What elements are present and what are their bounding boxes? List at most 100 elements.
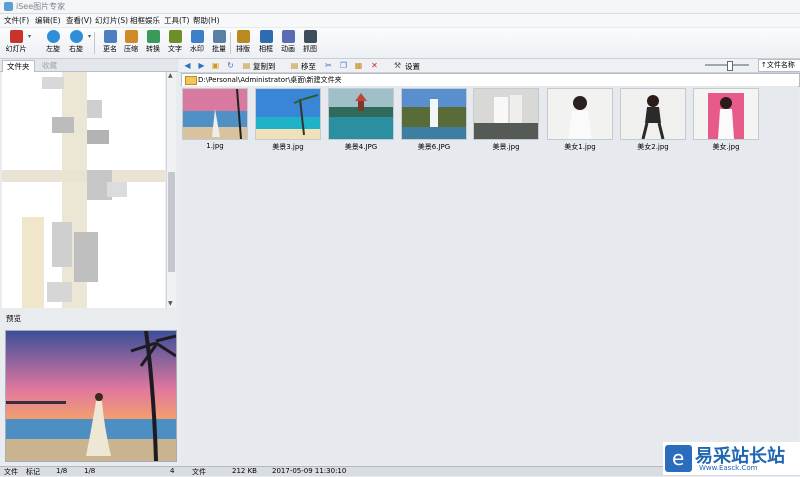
watermark-icon: [190, 30, 204, 43]
thumbnail-item[interactable]: 1.jpg: [182, 88, 248, 150]
menu-tools[interactable]: 工具(T): [164, 15, 189, 26]
menu-edit[interactable]: 编辑(E): [35, 15, 61, 26]
layout-icon: [236, 30, 250, 43]
tab-favorites[interactable]: 收藏: [38, 60, 61, 71]
thumbnail-image: [401, 88, 467, 140]
preview-label: 预览: [6, 314, 21, 323]
copy-to-button[interactable]: 复制到: [253, 61, 276, 72]
settings-button[interactable]: 设置: [405, 61, 420, 72]
thumbnail-item[interactable]: 美景.jpg: [473, 88, 539, 152]
rotate-left-button[interactable]: 左旋: [41, 30, 65, 58]
thumbnail-image: [620, 88, 686, 140]
paste-icon[interactable]: ▦: [353, 60, 364, 71]
status-files: 文件: [4, 468, 18, 476]
status-size: 212 KB: [232, 467, 257, 475]
capture-icon: [303, 30, 317, 43]
thumbnail-caption: 美景.jpg: [492, 143, 520, 151]
window-title: iSee图片专家: [16, 2, 66, 11]
slideshow-button[interactable]: 幻灯片 ▾: [4, 30, 31, 58]
move-to-icon[interactable]: ▤: [289, 60, 300, 71]
menu-frame-fun[interactable]: 相框娱乐: [130, 15, 160, 26]
cut-icon[interactable]: ✂: [323, 60, 334, 71]
tree-blur: [87, 130, 109, 144]
nav-toolbar: ◀ ▶ ▣ ↻ ▤ 复制到 ▤ 移至 ✂ ❐ ▦ ✕ ⚒ 设置 ↑文件名称: [179, 59, 800, 73]
site-logo-icon: [665, 445, 692, 472]
rename-icon: [103, 30, 117, 43]
convert-icon: [146, 30, 160, 43]
thumbnail-item[interactable]: 美景4.JPG: [328, 88, 394, 152]
thumbnail-image: [328, 88, 394, 140]
scroll-up-icon[interactable]: ▲: [168, 72, 173, 79]
menu-view[interactable]: 查看(V): [66, 15, 92, 26]
status-selection: 1/8: [84, 467, 96, 475]
menu-file[interactable]: 文件(F): [4, 15, 29, 26]
thumbnail-item[interactable]: 美女2.jpg: [620, 88, 686, 152]
preview-image: [5, 330, 177, 462]
thumbnail-grid: 1.jpg 美景3.jpg 美景4.JPG 美景6.JPG 美景.jpg 美女1…: [181, 86, 798, 464]
sort-select[interactable]: ↑文件名称: [758, 59, 800, 72]
tree-blur: [107, 182, 127, 197]
delete-icon[interactable]: ✕: [369, 60, 380, 71]
rotate-right-button[interactable]: 右旋 ▾: [64, 30, 91, 58]
status-date: 2017-05-09 11:30:10: [272, 467, 347, 475]
capture-button[interactable]: 抓图: [298, 30, 322, 58]
tree-blur: [74, 232, 98, 282]
status-marked: 标记: [26, 468, 40, 476]
forward-icon[interactable]: ▶: [196, 60, 207, 71]
compress-icon: [124, 30, 138, 43]
copy-to-icon[interactable]: ▤: [241, 60, 252, 71]
thumbnail-caption: 美景3.jpg: [272, 143, 304, 151]
frame-button[interactable]: 相框: [254, 30, 278, 58]
watermark-button[interactable]: 水印: [185, 30, 209, 58]
path-bar[interactable]: D:\Personal\Administrator\桌面\新建文件夹: [181, 73, 800, 87]
watermark-url: Www.Easck.Com: [699, 464, 758, 472]
thumbnail-item[interactable]: 美女.jpg: [693, 88, 759, 152]
frame-icon: [259, 30, 273, 43]
tree-scrollbar[interactable]: ▲ ▼: [166, 72, 176, 308]
tree-blur: [87, 100, 102, 118]
text-button[interactable]: 文字: [163, 30, 187, 58]
chevron-down-icon[interactable]: ▾: [28, 33, 31, 40]
batch-icon: [212, 30, 226, 43]
slideshow-icon: [9, 30, 23, 43]
path-text: D:\Personal\Administrator\桌面\新建文件夹: [198, 76, 342, 84]
copy-icon[interactable]: ❐: [338, 60, 349, 71]
batch-button[interactable]: 批量: [207, 30, 231, 58]
back-icon[interactable]: ◀: [182, 60, 193, 71]
tab-folders[interactable]: 文件夹: [2, 60, 35, 72]
app-icon: [4, 2, 13, 11]
folder-icon: [185, 76, 197, 85]
thumbnail-caption: 1.jpg: [206, 142, 224, 150]
rotate-left-icon: [46, 30, 60, 43]
thumbnail-item[interactable]: 美景6.JPG: [401, 88, 467, 152]
settings-icon[interactable]: ⚒: [392, 60, 403, 71]
menu-help[interactable]: 帮助(H): [193, 15, 220, 26]
scroll-down-icon[interactable]: ▼: [168, 300, 173, 307]
layout-button[interactable]: 排版: [231, 30, 255, 58]
thumbnail-item[interactable]: 美女1.jpg: [547, 88, 613, 152]
folder-tree[interactable]: [2, 72, 165, 308]
tree-blur: [47, 282, 72, 302]
zoom-slider[interactable]: [705, 61, 749, 71]
status-index: 1/8: [56, 467, 68, 475]
tree-blur: [52, 117, 74, 133]
thumbnail-image: [547, 88, 613, 140]
menu-slideshow[interactable]: 幻灯片(S): [95, 15, 128, 26]
compress-button[interactable]: 压缩: [119, 30, 143, 58]
rotate-right-icon: [69, 30, 83, 43]
status-type: 文件: [192, 468, 206, 476]
tree-blur: [2, 170, 165, 182]
refresh-icon[interactable]: ↻: [225, 60, 236, 71]
thumbnail-caption: 美景6.JPG: [417, 143, 451, 151]
animation-button[interactable]: 动画: [276, 30, 300, 58]
thumbnail-item[interactable]: 美景3.jpg: [255, 88, 321, 152]
zoom-slider-knob[interactable]: [727, 61, 733, 71]
move-to-button[interactable]: 移至: [301, 61, 316, 72]
scrollbar-thumb[interactable]: [168, 172, 175, 272]
folder-up-icon[interactable]: ▣: [210, 60, 221, 71]
chevron-down-icon[interactable]: ▾: [88, 33, 91, 40]
tree-blur: [42, 77, 64, 89]
site-watermark: 易采站长站 Www.Easck.Com: [663, 442, 800, 475]
convert-button[interactable]: 转换: [141, 30, 165, 58]
tree-blur: [52, 222, 72, 267]
